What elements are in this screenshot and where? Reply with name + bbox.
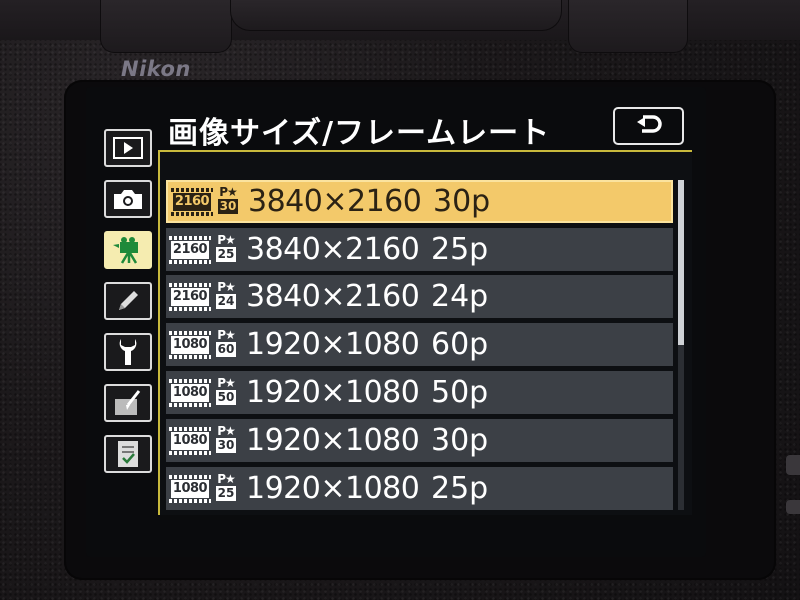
camera-icon xyxy=(114,190,142,209)
tab-movie-shooting[interactable] xyxy=(104,231,152,269)
frame-rate-label: 25p xyxy=(431,232,489,267)
frame-rate-icon: P★ 60 xyxy=(215,327,237,357)
resolution-label: 1920×1080 xyxy=(246,375,420,410)
frame-rate-label: 60p xyxy=(431,327,489,362)
tab-setup[interactable] xyxy=(104,333,152,371)
frame-size-icon: 1080 xyxy=(169,378,211,407)
brand-logo: Nikon xyxy=(121,57,191,81)
option-row-2160-24p[interactable]: 2160 P★ 24 3840×2160 24p xyxy=(166,275,673,318)
tab-retouch[interactable] xyxy=(104,384,152,422)
frame-size-icon: 2160 xyxy=(169,235,211,264)
frame-rate-label: 30p xyxy=(431,423,489,458)
top-bump-center xyxy=(230,0,562,31)
frame-rate-label: 50p xyxy=(431,375,489,410)
my-menu-checklist-icon xyxy=(118,441,138,467)
side-button xyxy=(786,500,800,514)
playback-icon xyxy=(113,137,143,159)
tab-my-menu[interactable] xyxy=(104,435,152,473)
pencil-icon xyxy=(119,291,138,310)
movie-camera-icon xyxy=(113,237,138,264)
frame-rate-icon: P★ 24 xyxy=(215,279,237,309)
resolution-label: 1920×1080 xyxy=(246,471,420,506)
wrench-icon xyxy=(119,339,137,365)
option-row-2160-30p[interactable]: 2160 P★ 30 3840×2160 30p xyxy=(166,180,673,223)
frame-rate-icon: P★ 30 xyxy=(215,423,237,453)
frame-rate-icon: P★ 25 xyxy=(215,471,237,501)
tab-photo-shooting[interactable] xyxy=(104,180,152,218)
tab-playback[interactable] xyxy=(104,129,152,167)
frame-size-icon: 1080 xyxy=(169,474,211,503)
tab-custom-settings[interactable] xyxy=(104,282,152,320)
option-row-1080-60p[interactable]: 1080 P★ 60 1920×1080 60p xyxy=(166,323,673,366)
frame-size-icon: 1080 xyxy=(169,330,211,359)
frame-rate-label: 25p xyxy=(431,471,489,506)
frame-size-icon: 2160 xyxy=(171,187,213,216)
resolution-label: 1920×1080 xyxy=(246,327,420,362)
scrollbar-thumb[interactable] xyxy=(678,180,684,345)
resolution-label: 3840×2160 xyxy=(246,279,420,314)
frame-rate-icon: P★ 25 xyxy=(215,232,237,262)
retouch-brush-icon xyxy=(115,390,141,415)
resolution-label: 1920×1080 xyxy=(246,423,420,458)
option-row-1080-50p[interactable]: 1080 P★ 50 1920×1080 50p xyxy=(166,371,673,414)
option-row-2160-25p[interactable]: 2160 P★ 25 3840×2160 25p xyxy=(166,228,673,271)
frame-size-icon: 1080 xyxy=(169,426,211,455)
list-left-border xyxy=(158,150,160,515)
return-arrow-icon xyxy=(636,115,662,133)
top-bump-right xyxy=(568,0,688,53)
back-button[interactable] xyxy=(613,107,684,145)
resolution-label: 3840×2160 xyxy=(246,232,420,267)
frame-rate-label: 30p xyxy=(433,184,491,219)
top-bump-left xyxy=(100,0,232,53)
side-button xyxy=(786,455,800,475)
frame-rate-icon: P★ 30 xyxy=(217,184,239,214)
option-row-1080-25p[interactable]: 1080 P★ 25 1920×1080 25p xyxy=(166,467,673,510)
menu-title: 画像サイズ/フレームレート xyxy=(168,116,551,151)
frame-rate-label: 24p xyxy=(431,279,489,314)
frame-size-icon: 2160 xyxy=(169,282,211,311)
resolution-label: 3840×2160 xyxy=(248,184,422,219)
option-row-1080-30p[interactable]: 1080 P★ 30 1920×1080 30p xyxy=(166,419,673,462)
frame-rate-icon: P★ 50 xyxy=(215,375,237,405)
